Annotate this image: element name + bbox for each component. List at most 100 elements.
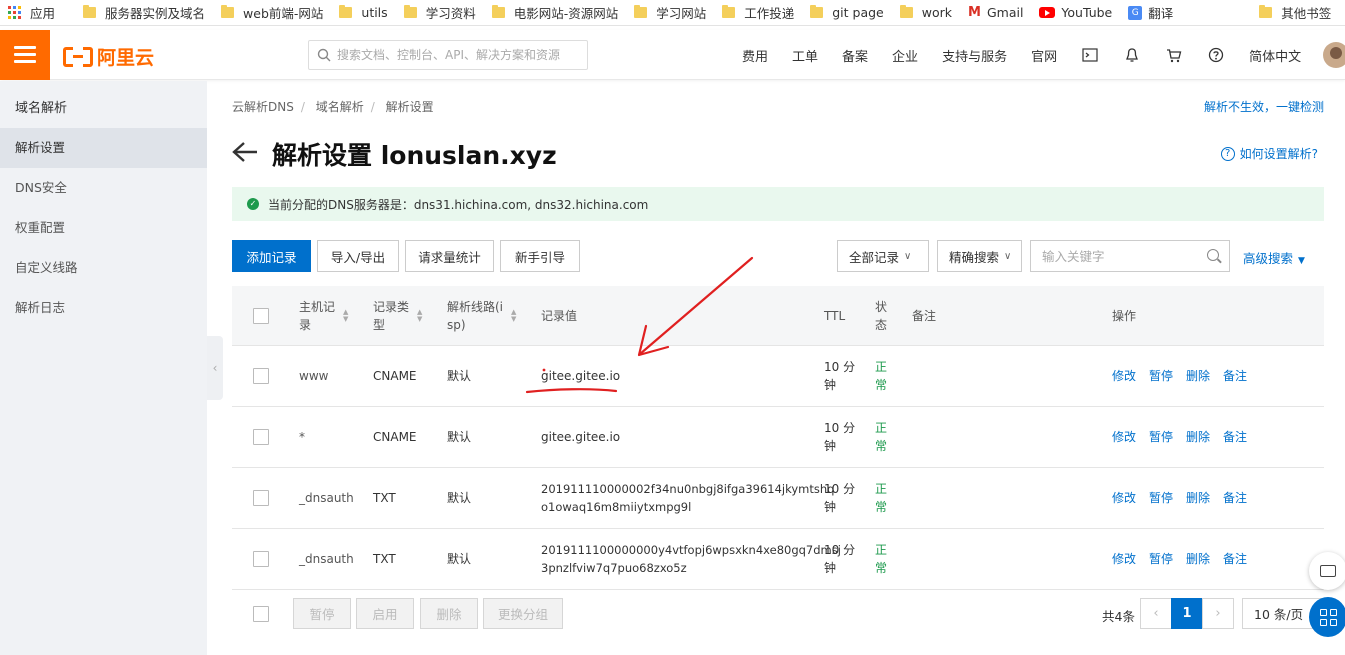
bookmark-folder[interactable]: 电影网站-资源网站: [484, 0, 627, 25]
folder-icon: [722, 5, 736, 18]
bell-icon[interactable]: [1124, 47, 1140, 63]
nav-link-ticket[interactable]: 工单: [792, 46, 818, 65]
sidebar-title[interactable]: 域名解析: [0, 81, 207, 128]
remark-link[interactable]: 备注: [1223, 428, 1247, 446]
sort-icon[interactable]: ▲ ▼: [343, 308, 348, 323]
sort-icon[interactable]: ▲ ▼: [511, 308, 516, 323]
bookmark-other[interactable]: 其他书签: [1251, 0, 1339, 25]
advanced-search-link[interactable]: 高级搜索 ▼: [1243, 248, 1305, 267]
bookmark-folder[interactable]: git page: [802, 0, 892, 25]
search-input[interactable]: [337, 48, 577, 62]
header-links: 费用 工单 备案 企业 支持与服务 官网 简体中文: [730, 30, 1313, 80]
bookmark-folder[interactable]: web前端-网站: [213, 0, 331, 25]
nav-link-enterprise[interactable]: 企业: [892, 46, 918, 65]
bookmark-folder[interactable]: 学习网站: [626, 0, 714, 25]
help-icon[interactable]: [1208, 47, 1224, 63]
edit-link[interactable]: 修改: [1112, 367, 1136, 385]
bookmark-label: 学习资料: [425, 6, 476, 21]
terminal-icon[interactable]: [1082, 47, 1098, 63]
search-mode-select[interactable]: 精确搜索 ∨: [937, 240, 1022, 272]
delete-link[interactable]: 删除: [1186, 489, 1210, 507]
remark-link[interactable]: 备注: [1223, 367, 1247, 385]
breadcrumb-item: 解析设置: [385, 100, 434, 114]
bookmark-folder[interactable]: utils: [331, 0, 395, 25]
cell-ttl: 10 分钟: [824, 529, 855, 589]
bookmark-apps[interactable]: 应用: [0, 0, 63, 25]
delete-link[interactable]: 删除: [1186, 367, 1210, 385]
avatar[interactable]: [1323, 42, 1345, 68]
sidebar-item-resolve-settings[interactable]: 解析设置: [0, 128, 207, 168]
keyword-input[interactable]: [1042, 248, 1192, 264]
cart-icon[interactable]: [1166, 47, 1182, 63]
bookmark-folder[interactable]: 服务器实例及域名: [75, 0, 213, 25]
bookmark-label: utils: [361, 5, 388, 20]
howto-link[interactable]: ? 如何设置解析?: [1220, 145, 1318, 162]
batch-delete-button[interactable]: 删除: [420, 598, 478, 629]
row-checkbox[interactable]: [253, 368, 269, 384]
nav-link-website[interactable]: 官网: [1031, 46, 1057, 65]
bookmark-folder[interactable]: work: [892, 0, 960, 25]
sidebar-item-logs[interactable]: 解析日志: [0, 288, 207, 328]
aliyun-logo[interactable]: 阿里云: [63, 43, 154, 70]
col-type[interactable]: 记录类型 ▲ ▼: [373, 286, 422, 345]
import-export-button[interactable]: 导入/导出: [317, 240, 399, 272]
guide-button[interactable]: 新手引导: [500, 240, 580, 272]
prev-page-button[interactable]: ‹: [1140, 598, 1172, 629]
language-switch[interactable]: 简体中文: [1249, 46, 1301, 65]
nav-link-filing[interactable]: 备案: [842, 46, 868, 65]
pause-link[interactable]: 暂停: [1149, 367, 1173, 385]
request-stats-button[interactable]: 请求量统计: [405, 240, 494, 272]
edit-link[interactable]: 修改: [1112, 428, 1136, 446]
breadcrumb-item[interactable]: 域名解析: [316, 100, 364, 114]
row-checkbox[interactable]: [253, 490, 269, 506]
keyword-search[interactable]: [1030, 240, 1230, 272]
sidebar-item-dns-security[interactable]: DNS安全: [0, 168, 207, 208]
delete-link[interactable]: 删除: [1186, 428, 1210, 446]
search-icon[interactable]: [1207, 249, 1219, 261]
breadcrumb: 云解析DNS / 域名解析 / 解析设置: [232, 100, 434, 114]
bookmark-translate[interactable]: G 翻译: [1120, 0, 1181, 25]
sidebar-item-custom-lines[interactable]: 自定义线路: [0, 248, 207, 288]
delete-link[interactable]: 删除: [1186, 550, 1210, 568]
col-line[interactable]: 解析线路(i sp) ▲ ▼: [447, 286, 516, 345]
diagnose-link[interactable]: 解析不生效，一键检测: [1204, 98, 1324, 115]
edit-link[interactable]: 修改: [1112, 489, 1136, 507]
batch-regroup-button[interactable]: 更换分组: [483, 598, 563, 629]
bookmark-gmail[interactable]: M Gmail: [960, 0, 1031, 25]
apps-grid-icon: [8, 6, 21, 19]
row-checkbox[interactable]: [253, 429, 269, 445]
select-all-checkbox[interactable]: [253, 307, 269, 324]
pause-link[interactable]: 暂停: [1149, 550, 1173, 568]
bookmark-folder[interactable]: 工作投递: [714, 0, 802, 25]
menu-icon[interactable]: [0, 30, 50, 80]
nav-link-support[interactable]: 支持与服务: [942, 46, 1007, 65]
remark-link[interactable]: 备注: [1223, 489, 1247, 507]
total-count: 共4条: [1102, 609, 1135, 624]
pause-link[interactable]: 暂停: [1149, 489, 1173, 507]
batch-enable-button[interactable]: 启用: [356, 598, 414, 629]
col-host[interactable]: 主机记录 ▲ ▼: [299, 286, 348, 345]
row-checkbox[interactable]: [253, 551, 269, 567]
bookmark-youtube[interactable]: YouTube: [1031, 0, 1120, 25]
nav-link-billing[interactable]: 费用: [742, 46, 768, 65]
sidebar-collapse-handle[interactable]: ‹: [207, 336, 223, 400]
next-page-button[interactable]: ›: [1202, 598, 1234, 629]
back-arrow-icon[interactable]: [232, 138, 258, 170]
add-record-button[interactable]: 添加记录: [232, 240, 311, 272]
sidebar-item-weight[interactable]: 权重配置: [0, 208, 207, 248]
apps-icon[interactable]: [1309, 597, 1345, 637]
remark-link[interactable]: 备注: [1223, 550, 1247, 568]
edit-link[interactable]: 修改: [1112, 550, 1136, 568]
batch-pause-button[interactable]: 暂停: [293, 598, 351, 629]
chevron-left-icon: ‹: [1153, 606, 1159, 621]
bookmark-folder[interactable]: 学习资料: [396, 0, 484, 25]
current-page[interactable]: 1: [1171, 598, 1203, 629]
select-all-checkbox[interactable]: [253, 606, 269, 622]
global-search[interactable]: [308, 40, 588, 70]
cell-ttl-line: 钟: [824, 500, 837, 514]
chat-icon[interactable]: [1309, 552, 1345, 590]
pause-link[interactable]: 暂停: [1149, 428, 1173, 446]
breadcrumb-item[interactable]: 云解析DNS: [232, 100, 294, 114]
record-filter-select[interactable]: 全部记录 ∨: [837, 240, 929, 272]
sort-icon[interactable]: ▲ ▼: [417, 308, 422, 323]
